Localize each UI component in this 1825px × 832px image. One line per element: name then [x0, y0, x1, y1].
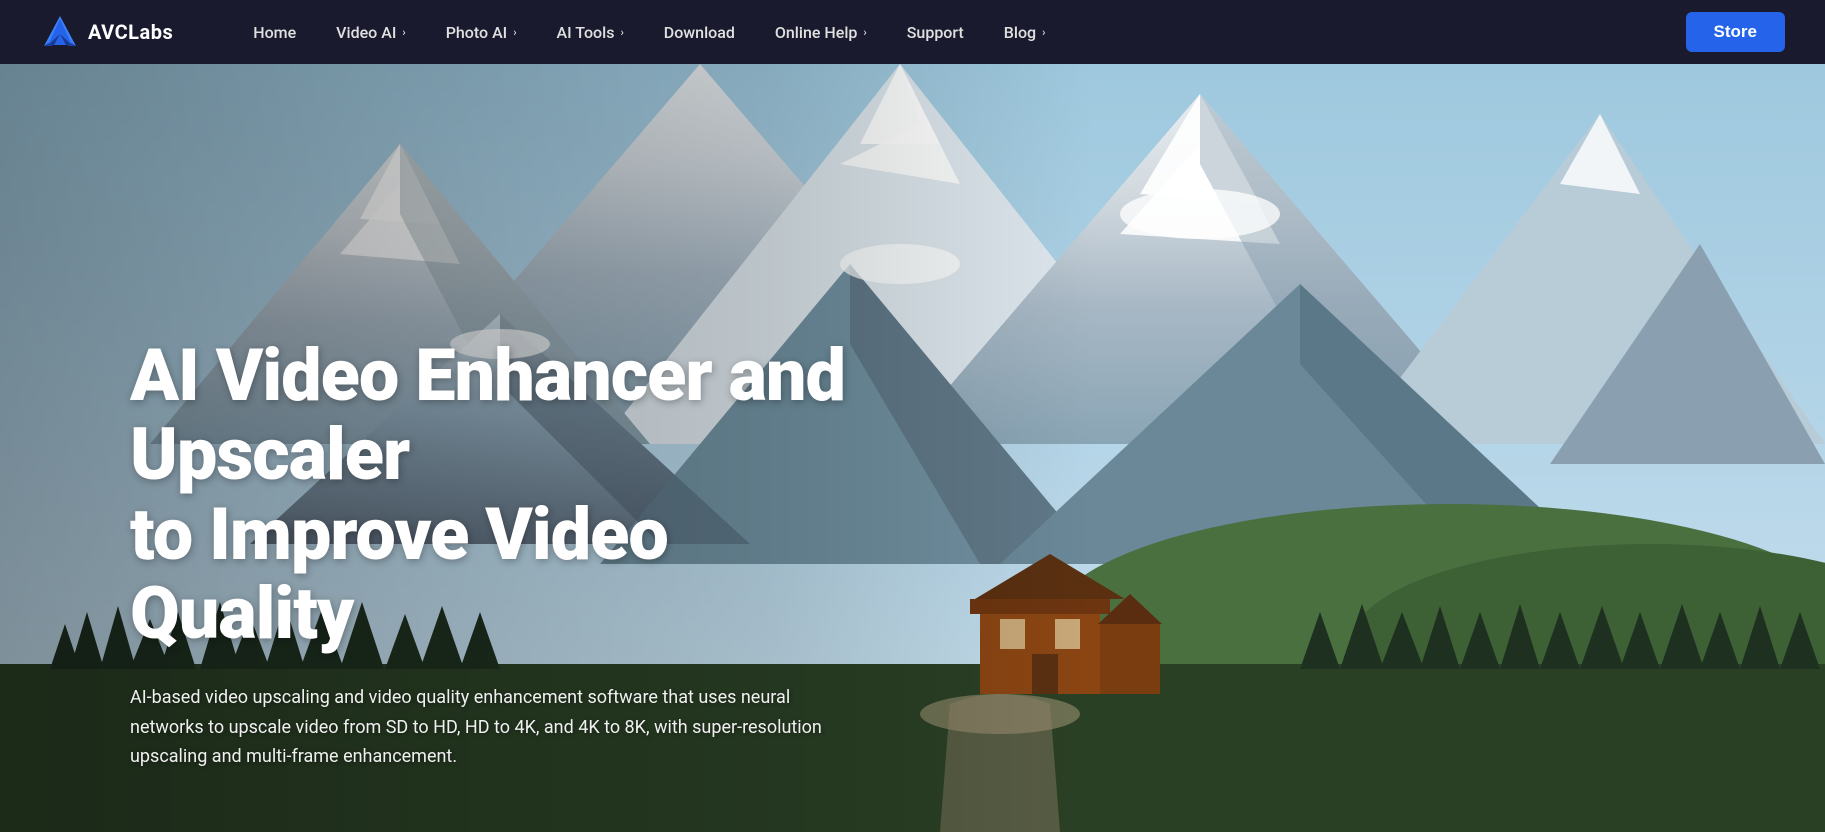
hero-section: AI Video Enhancer and Upscaler to Improv…	[0, 64, 1825, 832]
nav-ai-tools[interactable]: AI Tools ›	[537, 0, 644, 64]
hero-subtitle: AI-based video upscaling and video quali…	[130, 683, 830, 772]
navbar: AVCLabs Home Video AI › Photo AI › AI To…	[0, 0, 1825, 64]
nav-photo-ai[interactable]: Photo AI ›	[426, 0, 537, 64]
ai-tools-chevron-icon: ›	[620, 26, 623, 39]
hero-content: AI Video Enhancer and Upscaler to Improv…	[0, 336, 900, 832]
nav-home[interactable]: Home	[233, 0, 316, 64]
store-button[interactable]: Store	[1686, 12, 1785, 52]
avc-labs-logo-icon	[40, 12, 80, 52]
nav-links: Home Video AI › Photo AI › AI Tools › Do…	[233, 0, 1685, 64]
hero-title: AI Video Enhancer and Upscaler to Improv…	[130, 336, 900, 653]
photo-ai-chevron-icon: ›	[513, 26, 516, 39]
nav-online-help[interactable]: Online Help ›	[755, 0, 887, 64]
online-help-chevron-icon: ›	[863, 26, 866, 39]
nav-download[interactable]: Download	[644, 0, 755, 64]
nav-video-ai[interactable]: Video AI ›	[316, 0, 426, 64]
video-ai-chevron-icon: ›	[402, 26, 405, 39]
logo[interactable]: AVCLabs	[40, 12, 173, 52]
brand-name: AVCLabs	[88, 20, 173, 44]
nav-blog[interactable]: Blog ›	[984, 0, 1066, 64]
blog-chevron-icon: ›	[1042, 26, 1045, 39]
nav-support[interactable]: Support	[887, 0, 984, 64]
